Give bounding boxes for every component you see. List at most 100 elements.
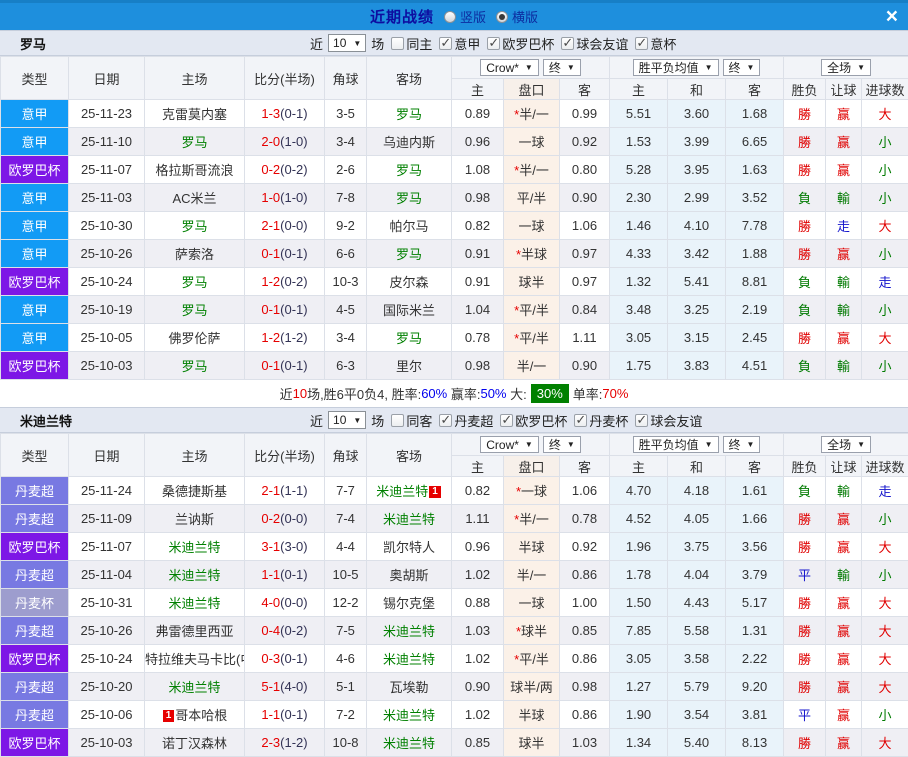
- league-type-cell: 意甲: [1, 324, 69, 352]
- chevron-down-icon: ▼: [525, 440, 533, 449]
- result-cell: 勝: [784, 156, 826, 184]
- result-cell: 勝: [784, 100, 826, 128]
- handicap-result-cell: 輸: [826, 296, 862, 324]
- avg-draw-cell: 3.15: [668, 324, 726, 352]
- away-team-cell: 米迪兰特: [367, 505, 452, 533]
- table-header: 类型 日期 主场 比分(半场) 角球 客场 Crow*▼终▼ 胜平负均值▼终▼ …: [1, 57, 908, 100]
- date-cell: 25-11-03: [69, 184, 145, 212]
- away-odds-cell: 0.98: [560, 673, 610, 701]
- bookmaker-dropdown[interactable]: Crow*▼: [480, 436, 539, 453]
- home-team-cell: AC米兰: [145, 184, 245, 212]
- home-odds-cell: 0.96: [452, 128, 504, 156]
- avg-away-cell: 1.63: [726, 156, 784, 184]
- league-checkbox-friendly[interactable]: [561, 37, 574, 50]
- league-checkbox-danish-cup[interactable]: [574, 414, 587, 427]
- table-header: 类型 日期 主场 比分(半场) 角球 客场 Crow*▼终▼ 胜平负均值▼终▼ …: [1, 434, 908, 477]
- goals-result-cell: 小: [862, 505, 908, 533]
- avg-away-cell: 7.78: [726, 212, 784, 240]
- filter-bar: 近 10▼ 场 同客 丹麦超 欧罗巴杯 丹麦杯 球会友谊: [310, 411, 702, 430]
- final-avg-dropdown[interactable]: 终▼: [723, 59, 761, 76]
- handicap-result-cell: 赢: [826, 701, 862, 729]
- subcol-handicap-result: 让球: [826, 79, 862, 100]
- league-checkbox-friendly[interactable]: [635, 414, 648, 427]
- col-date: 日期: [69, 57, 145, 100]
- avg-odds-dropdown[interactable]: 胜平负均值▼: [633, 436, 719, 453]
- fulltime-dropdown[interactable]: 全场▼: [821, 436, 871, 453]
- final-avg-dropdown[interactable]: 终▼: [723, 436, 761, 453]
- home-team-cell: 罗马: [145, 128, 245, 156]
- date-cell: 25-10-24: [69, 645, 145, 673]
- corner-cell: 3-5: [325, 100, 367, 128]
- col-score: 比分(半场): [245, 434, 325, 477]
- avg-draw-cell: 2.99: [668, 184, 726, 212]
- subcol-handicap: 盘口: [504, 456, 560, 477]
- avg-home-cell: 3.05: [610, 645, 668, 673]
- league-checkbox-serie-a[interactable]: [439, 37, 452, 50]
- team-label: 罗马: [181, 219, 207, 234]
- handicap-result-cell: 赢: [826, 729, 862, 757]
- close-icon[interactable]: ×: [886, 5, 898, 29]
- final-odds-dropdown[interactable]: 终▼: [543, 59, 581, 76]
- away-odds-cell: 0.80: [560, 156, 610, 184]
- result-cell: 負: [784, 268, 826, 296]
- final-odds-dropdown[interactable]: 终▼: [543, 436, 581, 453]
- avg-home-cell: 4.52: [610, 505, 668, 533]
- league-type-cell: 丹麦超: [1, 673, 69, 701]
- away-odds-cell: 0.84: [560, 296, 610, 324]
- league-checkbox-superliga[interactable]: [439, 414, 452, 427]
- goals-result-cell: 大: [862, 324, 908, 352]
- team-label: 国际米兰: [383, 303, 435, 318]
- league-checkbox-europa[interactable]: [487, 37, 500, 50]
- score-cell: 1-3(0-1): [245, 100, 325, 128]
- goals-result-cell: 小: [862, 240, 908, 268]
- match-row: 意甲25-10-26萨索洛0-1(0-1)6-6罗马0.91*半球0.974.3…: [1, 240, 908, 268]
- radio-horizontal-layout[interactable]: [496, 11, 508, 23]
- same-home-checkbox[interactable]: [391, 37, 404, 50]
- col-home: 主场: [145, 434, 245, 477]
- away-team-cell: 罗马: [367, 156, 452, 184]
- team-label: 特拉维夫马卡比(中): [145, 652, 245, 667]
- corner-cell: 10-8: [325, 729, 367, 757]
- goals-result-cell: 大: [862, 100, 908, 128]
- near-label: 近: [310, 34, 323, 53]
- fulltime-dropdown[interactable]: 全场▼: [821, 59, 871, 76]
- handicap-cell: 一球: [504, 212, 560, 240]
- corner-cell: 3-4: [325, 324, 367, 352]
- avg-home-cell: 1.46: [610, 212, 668, 240]
- home-odds-cell: 0.88: [452, 589, 504, 617]
- result-cell: 平: [784, 701, 826, 729]
- date-cell: 25-11-10: [69, 128, 145, 156]
- league-checkbox-europa[interactable]: [500, 414, 513, 427]
- avg-draw-cell: 3.95: [668, 156, 726, 184]
- match-count-select[interactable]: 10▼: [328, 411, 366, 429]
- same-away-checkbox[interactable]: [391, 414, 404, 427]
- avg-odds-dropdown[interactable]: 胜平负均值▼: [633, 59, 719, 76]
- chevron-down-icon: ▼: [705, 440, 713, 449]
- match-count-select[interactable]: 10▼: [328, 34, 366, 52]
- team-label: 米迪兰特: [383, 512, 435, 527]
- match-row: 丹麦超25-11-04米迪兰特1-1(0-1)10-5奥胡斯1.02半/一0.8…: [1, 561, 908, 589]
- team-label: 里尔: [396, 359, 422, 374]
- league-type-cell: 丹麦超: [1, 561, 69, 589]
- corner-cell: 5-1: [325, 673, 367, 701]
- score-cell: 0-2(0-0): [245, 505, 325, 533]
- radio-vertical-layout[interactable]: [444, 11, 456, 23]
- subcol-result: 胜负: [784, 79, 826, 100]
- col-date: 日期: [69, 434, 145, 477]
- away-odds-cell: 1.03: [560, 729, 610, 757]
- col-away: 客场: [367, 434, 452, 477]
- radio-horizontal-label[interactable]: 横版: [512, 7, 538, 26]
- date-cell: 25-11-07: [69, 533, 145, 561]
- summary-text: 大:: [507, 384, 527, 403]
- radio-vertical-label[interactable]: 竖版: [460, 7, 486, 26]
- league-checkbox-coppa[interactable]: [635, 37, 648, 50]
- avg-home-cell: 1.27: [610, 673, 668, 701]
- league-type-cell: 欧罗巴杯: [1, 533, 69, 561]
- bookmaker-dropdown[interactable]: Crow*▼: [480, 59, 539, 76]
- league-type-cell: 丹麦超: [1, 505, 69, 533]
- handicap-cell: 半/一: [504, 561, 560, 589]
- result-cell: 勝: [784, 505, 826, 533]
- result-cell: 負: [784, 477, 826, 505]
- filter-bar: 近 10▼ 场 同主 意甲 欧罗巴杯 球会友谊 意杯: [310, 34, 676, 53]
- red-card-badge: 1: [163, 710, 175, 722]
